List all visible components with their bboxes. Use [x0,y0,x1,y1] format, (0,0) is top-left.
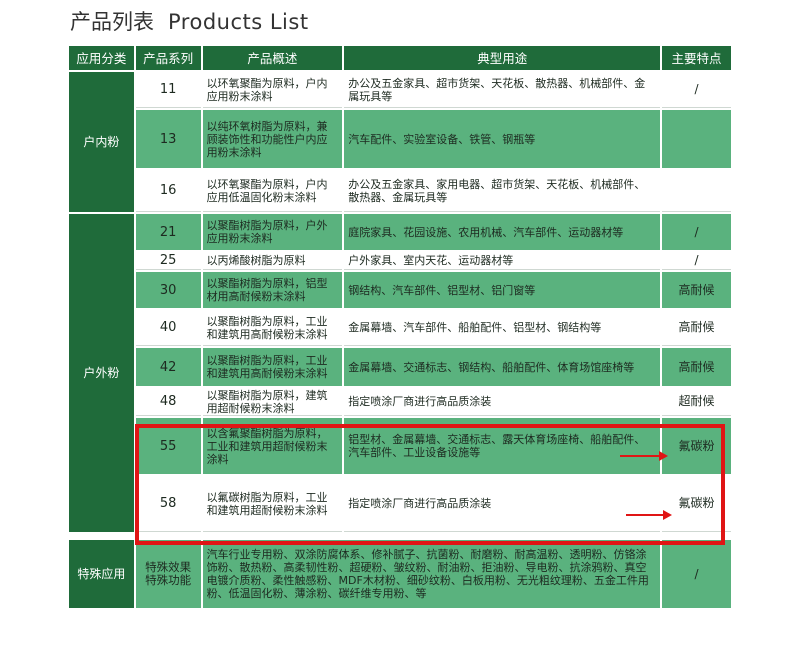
desc-cell: 以氟碳树脂为原料，工业和建筑用超耐候粉末涂料 [202,476,343,532]
series-cell: 25 [135,252,201,270]
arrow-icon [620,451,668,461]
table-row: 特殊应用 特殊效果 特殊功能 汽车行业专用粉、双涂防腐体系、修补腻子、抗菌粉、耐… [69,540,731,608]
series-cell: 11 [135,72,201,108]
desc-cell: 以聚酯树脂为原料，工业和建筑用高耐候粉末涂料 [202,348,343,386]
col-series: 产品系列 [135,46,201,70]
series-cell: 55 [135,418,201,474]
feature-cell: / [662,214,731,250]
desc-cell: 以环氧聚酯为原料，户内应用粉末涂料 [202,72,343,108]
use-cell: 庭院家具、花园设施、农用机械、汽车部件、运动器材等 [344,214,661,250]
use-cell: 金属幕墙、交通标志、钢结构、船舶配件、体育场馆座椅等 [344,348,661,386]
category-special: 特殊应用 [69,540,134,608]
desc-cell: 以含氟聚酯树脂为原料，工业和建筑用超耐候粉末涂料 [202,418,343,474]
desc-cell: 以聚酯树脂为原料，工业和建筑用高耐候粉末涂料 [202,310,343,346]
series-cell: 13 [135,110,201,168]
use-cell: 汽车配件、实验室设备、铁管、钢瓶等 [344,110,661,168]
desc-cell: 以聚酯树脂为原料，建筑用超耐候粉末涂料 [202,388,343,416]
use-cell: 指定喷涂厂商进行高品质涂装 [344,476,661,532]
title-zh: 产品列表 [70,10,154,34]
category-indoor: 户内粉 [69,72,134,212]
feature-cell: 氟碳粉 [662,476,731,532]
table-row: 48 以聚酯树脂为原料，建筑用超耐候粉末涂料 指定喷涂厂商进行高品质涂装 超耐候 [69,388,731,416]
page-title: 产品列表 Products List [70,6,309,36]
table-row: 13 以纯环氧树脂为原料，兼顾装饰性和功能性户内应用粉末涂料 汽车配件、实验室设… [69,110,731,168]
table-row: 户内粉 11 以环氧聚酯为原料，户内应用粉末涂料 办公及五金家具、超市货架、天花… [69,72,731,212]
arrow-icon [626,510,672,520]
table-row: 58 以氟碳树脂为原料，工业和建筑用超耐候粉末涂料 指定喷涂厂商进行高品质涂装 … [69,476,731,532]
header-row: 应用分类 产品系列 产品概述 典型用途 主要特点 [69,46,731,70]
desc-cell: 以环氧聚酯为原料，户内应用低温固化粉末涂料 [202,170,343,212]
use-cell: 指定喷涂厂商进行高品质涂装 [344,388,661,416]
table-row: 55 以含氟聚酯树脂为原料，工业和建筑用超耐候粉末涂料 铝型材、金属幕墙、交通标… [69,418,731,474]
table-row: 户外粉 21 以聚酯树脂为原料，户外应用粉末涂料 庭院家具、花园设施、农用机械、… [69,214,731,532]
feature-cell [662,170,731,212]
series-cell: 21 [135,214,201,250]
use-cell: 金属幕墙、汽车部件、船舶配件、铝型材、钢结构等 [344,310,661,346]
use-cell: 铝型材、金属幕墙、交通标志、露天体育场座椅、船舶配件、汽车部件、工业设备设施等 [344,418,661,474]
table-row: 30 以聚酯树脂为原料，铝型材用高耐候粉末涂料 钢结构、汽车部件、铝型材、铝门窗… [69,272,731,308]
series-cell: 30 [135,272,201,308]
use-cell: 办公及五金家具、家用电器、超市货架、天花板、机械部件、散热器、金属玩具等 [344,170,661,212]
use-cell: 户外家具、室内天花、运动器材等 [344,252,661,270]
col-feature: 主要特点 [662,46,731,70]
feature-cell: 高耐候 [662,348,731,386]
series-cell: 16 [135,170,201,212]
use-cell: 办公及五金家具、超市货架、天花板、散热器、机械部件、金属玩具等 [344,72,661,108]
feature-cell [662,110,731,168]
feature-cell: 高耐候 [662,272,731,308]
title-en: Products List [168,10,309,34]
table-row: 42 以聚酯树脂为原料，工业和建筑用高耐候粉末涂料 金属幕墙、交通标志、钢结构、… [69,348,731,386]
table-row: 40 以聚酯树脂为原料，工业和建筑用高耐候粉末涂料 金属幕墙、汽车部件、船舶配件… [69,310,731,346]
feature-cell: 高耐候 [662,310,731,346]
feature-cell: 氟碳粉 [662,418,731,474]
desc-cell: 以聚酯树脂为原料，铝型材用高耐候粉末涂料 [202,272,343,308]
col-description: 产品概述 [202,46,343,70]
desc-cell: 以聚酯树脂为原料，户外应用粉末涂料 [202,214,343,250]
col-category: 应用分类 [69,46,134,70]
feature-cell: / [662,252,731,270]
feature-cell: / [662,540,731,608]
desc-cell: 以纯环氧树脂为原料，兼顾装饰性和功能性户内应用粉末涂料 [202,110,343,168]
series-cell: 48 [135,388,201,416]
use-cell: 钢结构、汽车部件、铝型材、铝门窗等 [344,272,661,308]
col-usage: 典型用途 [344,46,661,70]
category-outdoor: 户外粉 [69,214,134,532]
series-cell: 58 [135,476,201,532]
table-row: 25 以丙烯酸树脂为原料 户外家具、室内天花、运动器材等 / [69,252,731,270]
series-cell: 40 [135,310,201,346]
use-cell: 汽车行业专用粉、双涂防腐体系、修补腻子、抗菌粉、耐磨粉、耐高温粉、透明粉、仿铬涂… [202,540,661,608]
feature-cell: 超耐候 [662,388,731,416]
desc-cell: 以丙烯酸树脂为原料 [202,252,343,270]
products-table: 应用分类 产品系列 产品概述 典型用途 主要特点 户内粉 11 以环氧聚酯为原料… [67,44,733,610]
table-row: 16 以环氧聚酯为原料，户内应用低温固化粉末涂料 办公及五金家具、家用电器、超市… [69,170,731,212]
series-cell: 特殊效果 特殊功能 [135,540,201,608]
series-cell: 42 [135,348,201,386]
feature-cell: / [662,72,731,108]
